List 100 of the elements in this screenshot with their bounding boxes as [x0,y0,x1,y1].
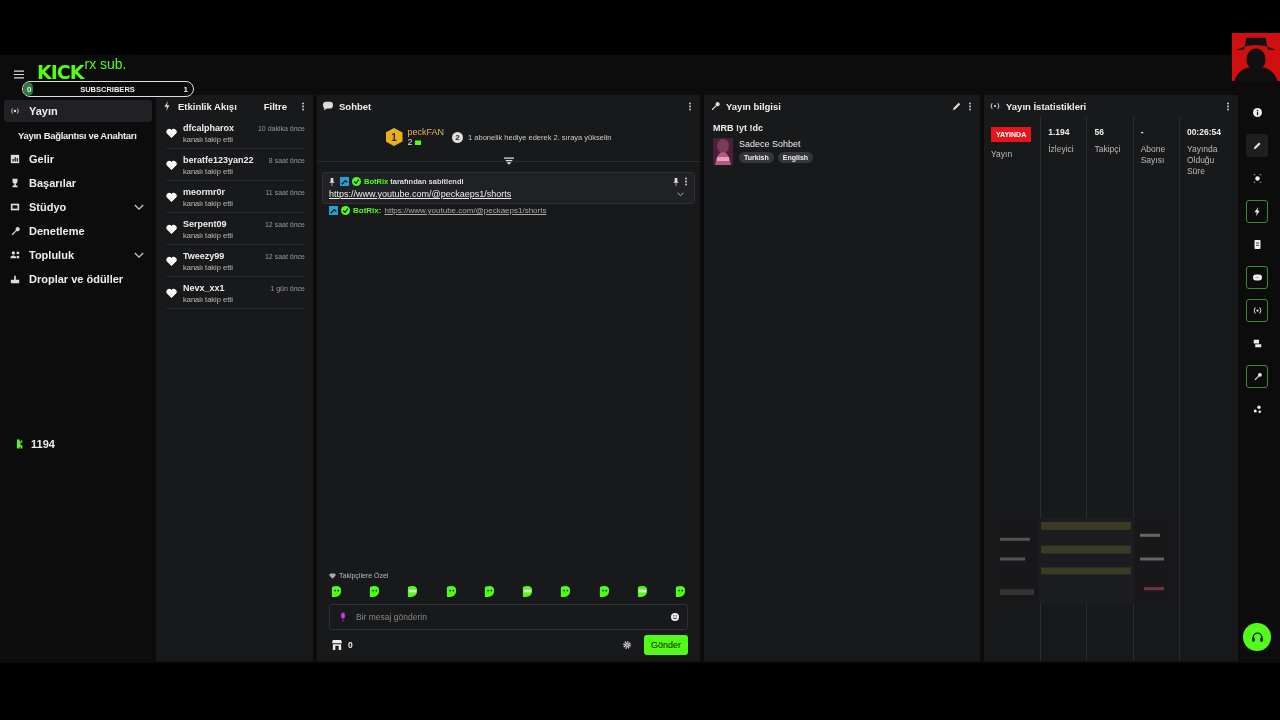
panel-title: Sohbet [339,100,372,112]
chevron-icon[interactable] [134,203,144,211]
sidebar-item[interactable]: Stüdyo [4,196,152,218]
stat-label: Yayın [991,149,1014,160]
settings-icon[interactable] [622,641,631,649]
link[interactable]: https://www.youtube.com/@peckaeps1/shorts [329,189,512,199]
emoji-icon[interactable] [671,613,679,621]
more-icon[interactable] [684,177,688,186]
sidebar-item[interactable]: Topluluk [4,244,152,266]
store-icon[interactable] [332,640,342,650]
heart-icon [166,192,177,203]
wrench-icon[interactable] [1246,365,1268,388]
emote-icon[interactable] [368,585,382,598]
pin-icon[interactable] [673,177,679,186]
username[interactable]: beratfe123yan22 [183,155,254,165]
pencil-icon[interactable] [952,101,962,111]
sidebar-item[interactable]: Denetleme [4,220,152,242]
sidebar-item[interactable]: Droplar ve ödüller [4,268,152,290]
filter-button[interactable]: Filtre [255,100,295,112]
stat-value: 56 [1094,127,1105,137]
username[interactable]: BotRix: [353,206,382,215]
username[interactable]: Tweezy99 [183,251,225,261]
sidebar-item[interactable]: Gelir [4,148,152,170]
verified-icon [341,206,350,215]
help-button[interactable] [1243,623,1271,651]
emote-icon[interactable] [444,585,458,598]
sidebar-item[interactable]: Yayın [4,100,152,122]
username[interactable]: dfcalpharox [183,123,234,133]
stat-label: Abone Sayısı [1140,144,1167,166]
more-icon[interactable] [301,101,305,111]
stat-label: Yayında Olduğu Süre [1186,144,1219,177]
gift-count: 2 [407,137,413,147]
username[interactable]: peckFAN [407,127,445,137]
sidebar-label: Yayın [29,105,59,117]
panel-title: Etkinlik Akışı [178,100,237,112]
stat-value: 00:26:54 [1186,127,1222,137]
username[interactable]: meormr0r [183,187,226,197]
emote-icon[interactable] [635,585,649,598]
sidebar-label: Denetleme [29,225,86,237]
more-icon[interactable] [1226,101,1230,111]
emote-icon[interactable] [521,585,535,598]
username[interactable]: Nevx_xx1 [183,283,225,293]
verified-icon [352,177,361,186]
overlay-text: rx sub. [84,56,127,72]
wrench-icon [10,226,20,236]
chat-icon [323,101,333,111]
emote-icon[interactable] [482,585,496,598]
heart-icon [329,572,336,579]
sidebar-label: Gelir [29,153,56,165]
link[interactable]: https://www.youtube.com/@peckaeps1/shorts [384,206,547,215]
microphone-icon[interactable] [340,612,346,622]
chat-icon[interactable] [1246,266,1268,289]
broadcast-icon [990,101,1000,111]
emote-icon[interactable] [559,585,573,598]
pin-icon [329,177,335,186]
emote-icon[interactable] [673,585,687,598]
logo: KICK [37,62,84,82]
collapse-icon[interactable] [503,157,514,166]
broadcast-icon[interactable] [1246,299,1268,322]
headset-icon [1250,630,1264,644]
send-button[interactable]: Gönder [643,635,688,655]
people-icon [10,250,20,260]
bot-badge-icon [329,206,338,215]
heart-icon [166,224,177,235]
heart-icon [166,256,177,267]
chevron-icon[interactable] [677,191,684,197]
wrench-icon [710,101,720,111]
heart-icon [166,160,177,171]
menu-icon[interactable] [14,69,24,79]
sidebar-item[interactable]: Başarılar [4,172,152,194]
emote-icon[interactable] [597,585,611,598]
broadcast-icon [10,106,20,116]
stat-label: Takipçi [1094,144,1122,155]
heart-icon [166,288,177,299]
stream-title: MRB !yt !dc [713,123,764,133]
rank-badge: 1 [385,128,403,146]
emote-icon[interactable] [406,585,420,598]
film-icon [10,202,20,212]
bot-badge-icon [340,177,349,186]
message-input[interactable]: Bir mesaj gönderin [356,612,661,622]
message-field[interactable]: Bir mesaj gönderin [329,604,688,630]
pencil-icon[interactable] [1246,134,1268,157]
sidebar-label: Topluluk [29,249,75,261]
panel-title: Yayın İstatistikleri [1006,100,1087,112]
more-icon[interactable] [968,101,972,111]
lightning-icon [162,101,172,111]
chevron-icon[interactable] [134,251,144,259]
lightning-icon[interactable] [1246,200,1268,223]
emote-icon[interactable] [330,585,343,598]
panel-title: Yayın bilgisi [726,100,781,112]
sidebar-label: Droplar ve ödüller [29,273,125,285]
goal-end: 1 [183,84,188,94]
sidebar-item[interactable]: Yayın Bağlantısı ve Anahtarı [4,124,152,146]
chart-icon [10,154,20,164]
stat-value: - [1140,127,1145,137]
more-icon[interactable] [688,101,692,111]
sidebar-label: Başarılar [29,177,78,189]
category-name[interactable]: Sadece Sohbet [739,139,814,149]
username[interactable]: Serpent09 [183,219,227,229]
sidebar-label: Stüdyo [29,201,68,213]
